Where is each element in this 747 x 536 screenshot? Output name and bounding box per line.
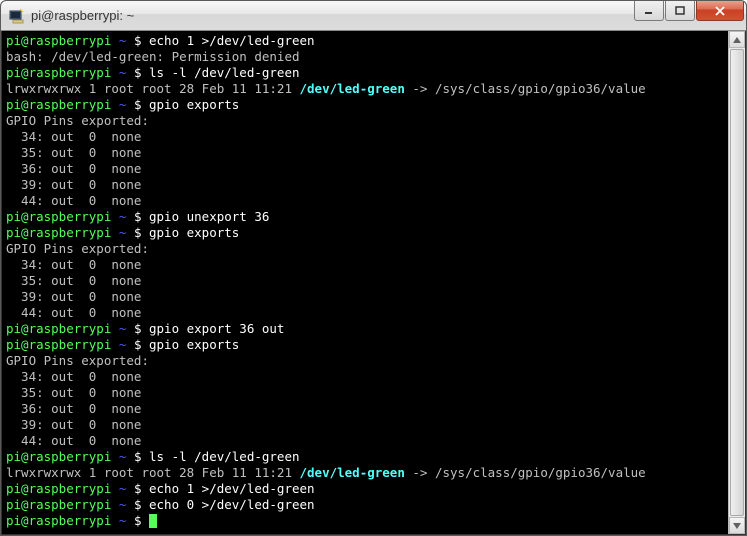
terminal-container: pi@raspberrypi ~ $ echo 1 >/dev/led-gree… xyxy=(1,31,746,535)
command-text: gpio exports xyxy=(149,97,239,112)
command-line: pi@raspberrypi ~ $ ls -l /dev/led-green xyxy=(6,65,724,81)
prompt-user: pi@raspberrypi xyxy=(6,209,111,224)
putty-icon xyxy=(9,8,25,24)
symlink-name: /dev/led-green xyxy=(300,81,405,96)
command-line: pi@raspberrypi ~ $ echo 1 >/dev/led-gree… xyxy=(6,33,724,49)
prompt-user: pi@raspberrypi xyxy=(6,65,111,80)
output-line: 39: out 0 none xyxy=(6,289,724,305)
command-text: gpio unexport 36 xyxy=(149,209,269,224)
command-line: pi@raspberrypi ~ $ gpio exports xyxy=(6,225,724,241)
command-text: gpio exports xyxy=(149,337,239,352)
command-line: pi@raspberrypi ~ $ gpio unexport 36 xyxy=(6,209,724,225)
command-text: echo 1 >/dev/led-green xyxy=(149,481,315,496)
command-line: pi@raspberrypi ~ $ echo 0 >/dev/led-gree… xyxy=(6,497,724,513)
maximize-button[interactable] xyxy=(665,1,695,21)
output-line: 34: out 0 none xyxy=(6,369,724,385)
output-line: GPIO Pins exported: xyxy=(6,353,724,369)
output-line: 36: out 0 none xyxy=(6,161,724,177)
command-line: pi@raspberrypi ~ $ echo 1 >/dev/led-gree… xyxy=(6,481,724,497)
command-text: echo 0 >/dev/led-green xyxy=(149,497,315,512)
command-line: pi@raspberrypi ~ $ ls -l /dev/led-green xyxy=(6,449,724,465)
command-line: pi@raspberrypi ~ $ xyxy=(6,513,724,529)
output-line: 44: out 0 none xyxy=(6,193,724,209)
output-line: 39: out 0 none xyxy=(6,417,724,433)
prompt-user: pi@raspberrypi xyxy=(6,481,111,496)
symlink-name: /dev/led-green xyxy=(300,465,405,480)
output-line: 44: out 0 none xyxy=(6,433,724,449)
prompt-user: pi@raspberrypi xyxy=(6,449,111,464)
output-line: lrwxrwxrwx 1 root root 28 Feb 11 11:21 /… xyxy=(6,465,724,481)
output-line: 36: out 0 none xyxy=(6,401,724,417)
output-line: 44: out 0 none xyxy=(6,305,724,321)
output-line: 39: out 0 none xyxy=(6,177,724,193)
output-line: GPIO Pins exported: xyxy=(6,241,724,257)
scroll-down-button[interactable] xyxy=(729,517,745,534)
window-title: pi@raspberrypi: ~ xyxy=(31,8,633,23)
output-line: 35: out 0 none xyxy=(6,145,724,161)
output-line: lrwxrwxrwx 1 root root 28 Feb 11 11:21 /… xyxy=(6,81,724,97)
command-text: echo 1 >/dev/led-green xyxy=(149,33,315,48)
prompt-user: pi@raspberrypi xyxy=(6,97,111,112)
prompt-user: pi@raspberrypi xyxy=(6,337,111,352)
prompt-user: pi@raspberrypi xyxy=(6,225,111,240)
prompt-user: pi@raspberrypi xyxy=(6,513,111,528)
output-line: 34: out 0 none xyxy=(6,257,724,273)
scroll-up-button[interactable] xyxy=(729,31,745,48)
command-line: pi@raspberrypi ~ $ gpio exports xyxy=(6,97,724,113)
command-line: pi@raspberrypi ~ $ gpio exports xyxy=(6,337,724,353)
command-text: gpio export 36 out xyxy=(149,321,284,336)
app-window: pi@raspberrypi: ~ pi@raspberrypi ~ $ ech… xyxy=(0,0,747,536)
output-line: 34: out 0 none xyxy=(6,129,724,145)
titlebar[interactable]: pi@raspberrypi: ~ xyxy=(1,1,746,31)
prompt-user: pi@raspberrypi xyxy=(6,33,111,48)
output-line: 35: out 0 none xyxy=(6,273,724,289)
output-line: 35: out 0 none xyxy=(6,385,724,401)
terminal-output[interactable]: pi@raspberrypi ~ $ echo 1 >/dev/led-gree… xyxy=(2,31,728,534)
minimize-button[interactable] xyxy=(634,1,664,21)
output-line: GPIO Pins exported: xyxy=(6,113,724,129)
prompt-user: pi@raspberrypi xyxy=(6,497,111,512)
output-line: bash: /dev/led-green: Permission denied xyxy=(6,49,724,65)
window-controls xyxy=(633,1,744,30)
command-text: ls -l /dev/led-green xyxy=(149,65,300,80)
close-button[interactable] xyxy=(696,1,744,21)
command-text: gpio exports xyxy=(149,225,239,240)
cursor xyxy=(149,514,157,528)
scroll-thumb[interactable] xyxy=(730,49,744,516)
command-line: pi@raspberrypi ~ $ gpio export 36 out xyxy=(6,321,724,337)
prompt-user: pi@raspberrypi xyxy=(6,321,111,336)
command-text: ls -l /dev/led-green xyxy=(149,449,300,464)
vertical-scrollbar[interactable] xyxy=(728,31,745,534)
